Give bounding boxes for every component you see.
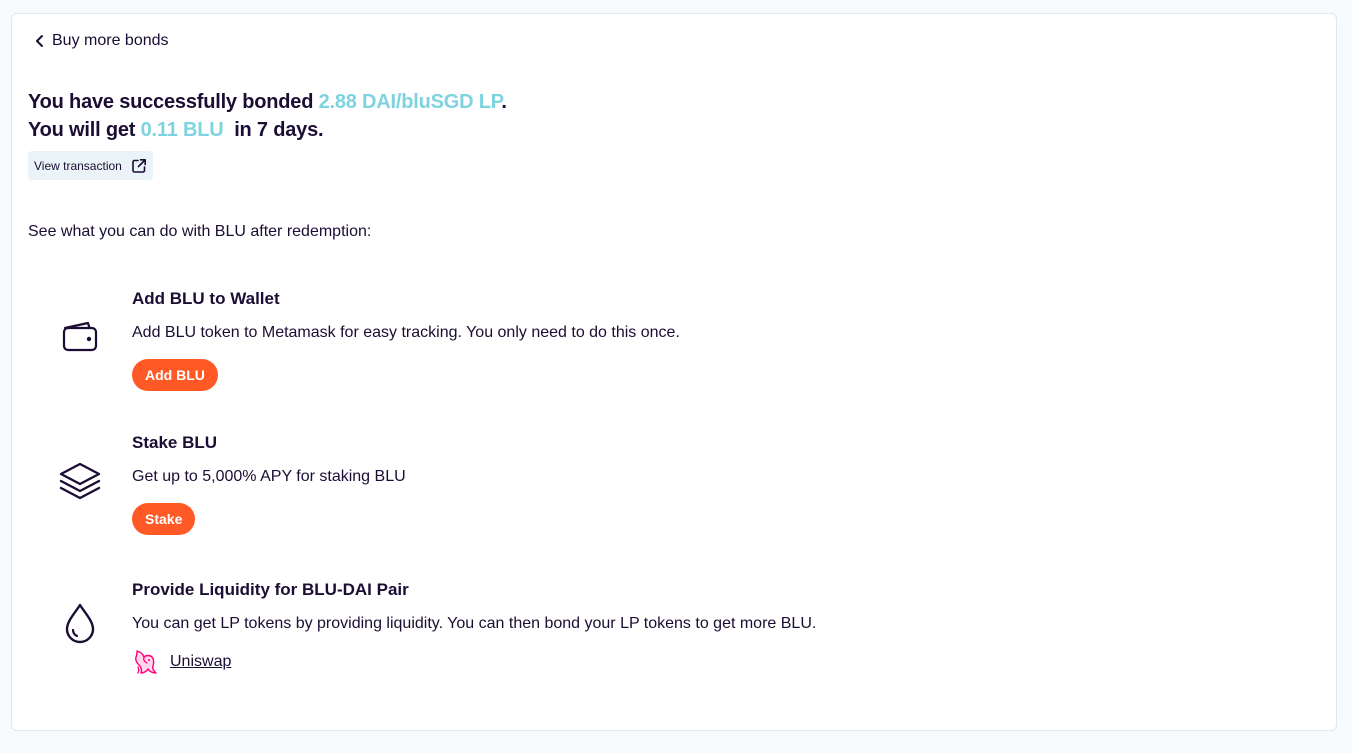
option-title: Provide Liquidity for BLU-DAI Pair: [132, 580, 409, 599]
droplet-icon: [58, 602, 102, 646]
view-transaction-button[interactable]: View transaction: [28, 151, 153, 180]
success-message: You have successfully bonded 2.88 DAI/bl…: [28, 88, 507, 144]
layers-icon: [58, 459, 102, 503]
uniswap-link[interactable]: Uniswap: [170, 653, 231, 671]
bonded-line: You have successfully bonded 2.88 DAI/bl…: [28, 88, 507, 116]
uniswap-unicorn-icon: [135, 650, 157, 674]
wallet-icon: [58, 315, 102, 359]
add-blu-button[interactable]: Add BLU: [132, 359, 218, 391]
uniswap-link-row: Uniswap: [132, 648, 231, 676]
back-label: Buy more bonds: [52, 32, 169, 49]
option-description: You can get LP tokens by providing liqui…: [132, 615, 817, 632]
payout-line: You will get 0.11 BLU in 7 days.: [28, 116, 507, 144]
view-transaction-label: View transaction: [34, 158, 122, 173]
back-button[interactable]: Buy more bonds: [34, 32, 169, 50]
payout-amount: 0.11 BLU: [140, 119, 224, 141]
option-title: Stake BLU: [132, 433, 218, 452]
payout-suffix: in 7 days.: [223, 119, 324, 141]
stake-button[interactable]: Stake: [132, 503, 196, 535]
payout-prefix: You will get: [28, 119, 141, 141]
redemption-intro: See what you can do with BLU after redem…: [28, 223, 372, 240]
bond-success-card: Buy more bonds You have successfully bon…: [11, 13, 1337, 731]
chevron-left-icon: [36, 35, 43, 47]
option-description: Get up to 5,000% APY for staking BLU: [132, 468, 406, 485]
bonded-suffix: .: [501, 91, 507, 113]
external-link-icon: [132, 158, 146, 173]
bonded-prefix: You have successfully bonded: [28, 91, 319, 113]
option-title: Add BLU to Wallet: [132, 289, 280, 308]
bonded-amount: 2.88 DAI/bluSGD LP: [318, 91, 502, 113]
option-description: Add BLU token to Metamask for easy track…: [132, 324, 680, 341]
